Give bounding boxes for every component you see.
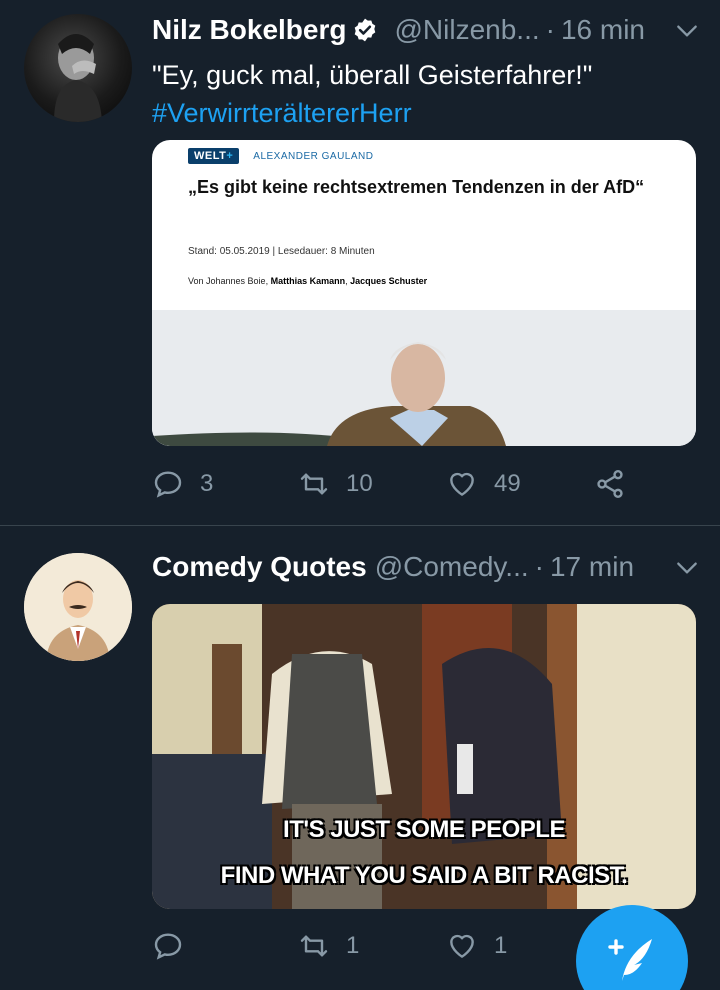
author-name[interactable]: Nilz Bokelberg [152, 14, 346, 46]
tweet-body: "Ey, guck mal, überall Geisterfahrer!" [152, 60, 593, 90]
caption-line-2: FIND WHAT YOU SAID A BIT RACIST. [220, 862, 628, 889]
article-byline: Von Johannes Boie, Matthias Kamann, Jacq… [188, 276, 428, 286]
author-name[interactable]: Comedy Quotes [152, 551, 367, 583]
like-button[interactable]: 1 [446, 930, 507, 962]
hashtag-link[interactable]: #VerwirrterältererHerr [152, 94, 592, 132]
timestamp[interactable]: 16 min [561, 14, 645, 46]
article-photo [152, 310, 696, 446]
compose-tweet-icon [608, 939, 652, 981]
verified-badge-icon [355, 18, 376, 42]
tweet-1[interactable]: Nilz Bokelberg @Nilzenb... · 16 min "Ey,… [0, 0, 720, 526]
article-meta: Stand: 05.05.2019 | Lesedauer: 8 Minuten [188, 246, 375, 257]
separator-dot: · [545, 14, 555, 45]
welt-logo: WELT+ [188, 148, 240, 164]
separator-dot: · [534, 551, 544, 582]
share-button[interactable] [594, 468, 626, 500]
heart-icon [450, 472, 474, 496]
avatar[interactable] [24, 553, 132, 661]
heart-icon [450, 934, 474, 958]
retweet-button[interactable]: 10 [298, 468, 373, 500]
retweet-count: 1 [346, 932, 360, 959]
retweet-icon [300, 473, 328, 495]
retweet-button[interactable]: 1 [298, 930, 359, 962]
avatar[interactable] [24, 14, 132, 122]
author-handle[interactable]: @Comedy... [375, 551, 529, 583]
embedded-image[interactable]: IT'S JUST SOME PEOPLE FIND WHAT YOU SAID… [152, 604, 696, 909]
reply-icon [154, 471, 182, 498]
like-button[interactable]: 49 [446, 468, 521, 500]
tweet-actions: 1 1 [152, 930, 632, 970]
author-handle[interactable]: @Nilzenb... [394, 14, 539, 46]
tweet-text: "Ey, guck mal, überall Geisterfahrer!" #… [152, 56, 592, 132]
welt-header: WELT+ ALEXANDER GAULAND [188, 148, 373, 164]
like-count: 49 [494, 470, 521, 497]
reply-count: 3 [200, 470, 214, 497]
retweet-icon [300, 935, 328, 957]
caption-line-1: IT'S JUST SOME PEOPLE [283, 816, 565, 843]
share-icon [597, 470, 623, 498]
timestamp[interactable]: 17 min [550, 551, 634, 583]
chevron-down-icon[interactable] [674, 18, 700, 44]
compose-tweet-button[interactable] [576, 905, 688, 990]
embedded-image-card[interactable]: WELT+ ALEXANDER GAULAND „Es gibt keine r… [152, 140, 696, 446]
like-count: 1 [494, 932, 508, 959]
tweet-header: Comedy Quotes @Comedy... · 17 min [152, 547, 700, 587]
tweet-actions: 3 10 49 [152, 468, 632, 508]
reply-button[interactable]: 3 [152, 468, 213, 500]
reply-icon [154, 933, 182, 960]
chevron-down-icon[interactable] [674, 555, 700, 581]
avatar-photo [54, 34, 102, 122]
article-title: „Es gibt keine rechtsextremen Tendenzen … [188, 177, 645, 197]
article-category: ALEXANDER GAULAND [253, 150, 374, 162]
tweet-header: Nilz Bokelberg @Nilzenb... · 16 min [152, 10, 700, 50]
reply-button[interactable] [152, 930, 184, 962]
avatar-illustration [24, 553, 132, 661]
retweet-count: 10 [346, 470, 373, 497]
